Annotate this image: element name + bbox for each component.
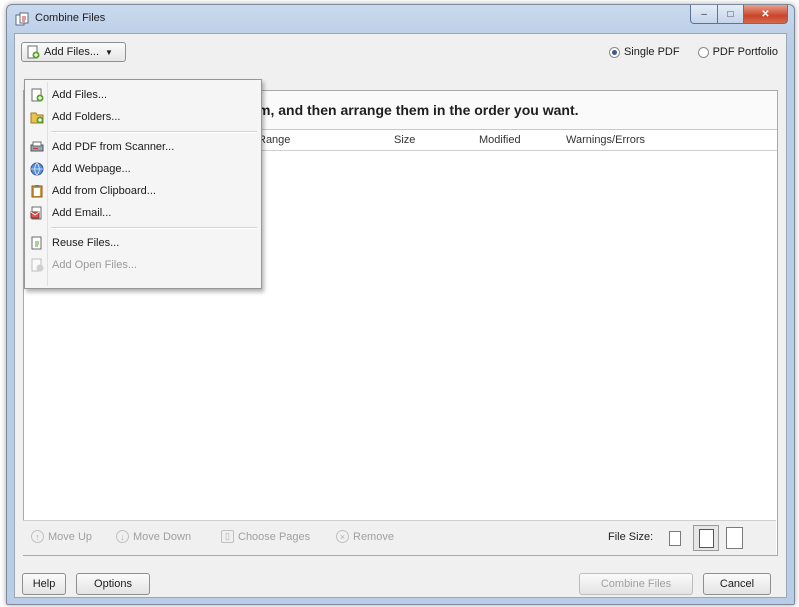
choose-pages-button[interactable]: ▯ Choose Pages [221,530,310,543]
remove-label: Remove [353,530,394,543]
move-up-button[interactable]: ↑ Move Up [31,530,92,543]
menu-item-label: Add Open Files... [52,259,137,271]
menu-item-label: Reuse Files... [52,237,120,249]
menu-item-add-open-files: Add Open Files... [27,254,257,276]
single-pdf-radio[interactable]: Single PDF [608,46,680,58]
cancel-button[interactable]: Cancel [703,573,771,595]
reuse-files-icon [31,236,42,250]
column-size[interactable]: Size [394,134,415,146]
column-modified[interactable]: Modified [479,134,521,146]
add-files-icon [27,45,40,59]
maximize-button[interactable]: □ [718,5,744,24]
move-down-button[interactable]: ↓ Move Down [116,530,191,543]
choose-pages-label: Choose Pages [238,530,311,543]
column-warnings-errors[interactable]: Warnings/Errors [566,134,645,146]
help-label: Help [32,578,56,590]
open-files-icon [31,258,44,272]
single-pdf-label: Single PDF [623,46,680,58]
menu-item-label: Add Webpage... [52,163,131,175]
window-controls: – □ ✕ [690,5,788,25]
menu-item-label: Add PDF from Scanner... [52,141,175,153]
add-files-label: Add Files... [44,46,100,58]
output-type-radio-group: Single PDF PDF Portfolio [608,46,778,58]
chevron-down-icon: ▼ [105,47,113,57]
menu-item-add-files[interactable]: Add Files... [27,84,257,106]
maximize-icon: □ [727,8,734,20]
move-up-label: Move Up [48,530,93,543]
menu-item-add-folders[interactable]: Add Folders... [27,106,257,128]
file-size-label: File Size: [608,531,654,543]
title-bar[interactable]: Combine Files – □ ✕ [7,5,794,33]
column-range[interactable]: Range [258,134,290,146]
file-size-default-button[interactable] [693,525,719,551]
help-button[interactable]: Help [22,573,66,595]
add-folders-icon [30,112,44,124]
menu-separator [51,131,257,133]
radio-unselected-icon [697,46,709,58]
scanner-icon [30,141,44,152]
menu-item-label: Add Folders... [52,111,121,123]
menu-item-label: Add Email... [52,207,112,219]
arrow-up-icon: ↑ [31,530,44,543]
webpage-icon [30,162,44,176]
add-files-menu: Add Files... Add Folders... Add PDF from… [24,79,262,289]
add-files-dropdown-button[interactable]: Add Files... ▼ [21,42,126,62]
move-down-label: Move Down [133,530,192,543]
minimize-button[interactable]: – [690,5,718,24]
pdf-portfolio-label: PDF Portfolio [712,46,778,58]
arrow-down-icon: ↓ [116,530,129,543]
combine-files-app-icon [15,12,29,26]
clipboard-icon [31,185,43,198]
remove-icon: × [336,530,349,543]
menu-item-label: Add from Clipboard... [52,185,156,197]
menu-item-reuse-files[interactable]: Reuse Files... [27,232,257,254]
pages-icon: ▯ [221,530,234,543]
radio-selected-icon [608,46,620,58]
combine-files-label: Combine Files [600,578,672,590]
email-icon [30,206,42,220]
menu-item-add-email[interactable]: Add Email... [27,202,257,224]
options-button[interactable]: Options [76,573,150,595]
close-button[interactable]: ✕ [744,5,788,24]
file-size-default-icon [698,528,714,548]
combine-files-button[interactable]: Combine Files [579,573,693,595]
options-label: Options [94,578,132,590]
menu-item-add-webpage[interactable]: Add Webpage... [27,158,257,180]
cancel-label: Cancel [719,578,755,590]
remove-button[interactable]: × Remove [336,530,394,543]
instruction-text: m, and then arrange them in the order yo… [258,102,579,118]
menu-item-add-from-clipboard[interactable]: Add from Clipboard... [27,180,257,202]
pdf-portfolio-radio[interactable]: PDF Portfolio [697,46,778,58]
window-title: Combine Files [35,12,106,24]
menu-separator [51,227,257,229]
menu-item-label: Add Files... [52,89,108,101]
add-files-icon [31,88,44,102]
minimize-icon: – [701,8,707,20]
file-size-small-icon[interactable] [669,531,681,546]
file-actions-bar: ↑ Move Up ↓ Move Down ▯ Choose Pages × R… [23,520,776,555]
file-size-large-icon[interactable] [726,527,743,549]
menu-item-add-pdf-from-scanner[interactable]: Add PDF from Scanner... [27,136,257,158]
close-icon: ✕ [761,8,770,20]
